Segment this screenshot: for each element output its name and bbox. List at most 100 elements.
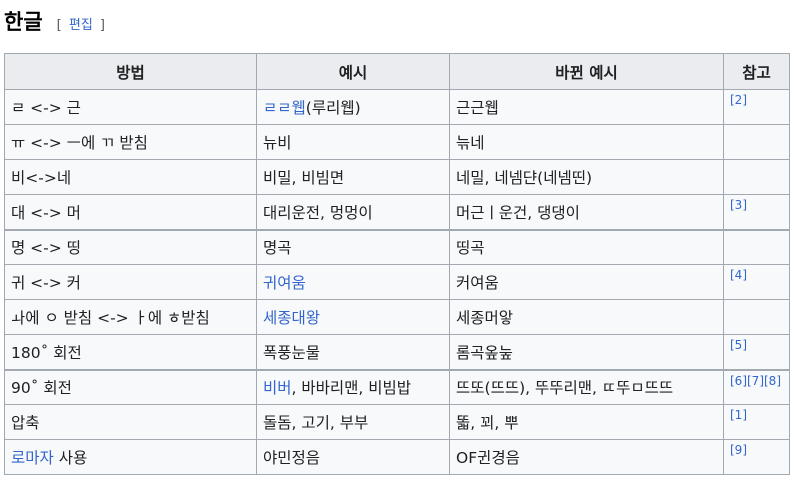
cell-example: 세종대왕 — [256, 299, 450, 335]
cell-example: 야민정음 — [256, 439, 450, 475]
reference-link[interactable]: [5] — [730, 338, 747, 352]
wiki-link[interactable]: 비버 — [263, 379, 292, 397]
table-row: 압축 돌돔, 고기, 부부 똛, 꾀, 뿌 [1] — [4, 404, 790, 440]
cell-example: 대리운전, 멍멍이 — [256, 194, 450, 230]
cell-changed-example: 네밀, 네넴댠(네넴띤) — [449, 159, 724, 195]
cell-text: 돌돔, 고기, 부부 — [263, 414, 369, 432]
table-row: 비<->네 비밀, 비빔면 네밀, 네넴댠(네넴띤) — [4, 159, 790, 195]
cell-changed-example: 머근ㅣ운건, 댕댕이 — [449, 194, 724, 230]
table-row: 로마자 사용 야민정음 OF귄경음 [9] — [4, 439, 790, 475]
cell-changed-example: 세종머앟 — [449, 299, 724, 335]
cell-text: 비밀, 비빔면 — [263, 169, 345, 187]
header-example: 예시 — [256, 53, 450, 90]
cell-text: 180˚ 회전 — [11, 343, 82, 362]
yaminjeongeum-table: 방법 예시 바뀐 예시 참고 ㄹ <-> 근 ㄹㄹ웹(루리웹) 근근웹 [2] ㅠ <-… — [4, 53, 790, 475]
cell-reference: [6][7][8] — [723, 368, 790, 405]
cell-method: ㄹ <-> 근 — [4, 89, 257, 125]
cell-text: 대 <-> 머 — [11, 203, 81, 222]
cell-reference — [723, 159, 790, 195]
cell-method: ㅘ에 ㅇ 받침 <-> ㅏ에 ㅎ받침 — [4, 299, 257, 335]
cell-method: 대 <-> 머 — [4, 194, 257, 230]
reference-link[interactable]: [3] — [730, 198, 747, 212]
header-reference: 참고 — [723, 53, 790, 90]
cell-changed-example: 롬곡옾눞 — [449, 334, 724, 370]
cell-text: 명 <-> 띵 — [11, 239, 81, 258]
wiki-link[interactable]: ㄹㄹ웹 — [263, 99, 306, 117]
edit-link[interactable]: 편집 — [69, 18, 93, 33]
cell-text: 야민정음 — [263, 449, 321, 467]
cell-example: 귀여움 — [256, 264, 450, 300]
cell-method: 비<->네 — [4, 159, 257, 195]
cell-example: 비밀, 비빔면 — [256, 159, 450, 195]
cell-changed-example: 띵곡 — [449, 228, 724, 265]
cell-changed-example: 커여움 — [449, 264, 724, 300]
cell-example: 뉴비 — [256, 124, 450, 160]
cell-text: 90˚ 회전 — [11, 379, 72, 398]
cell-text: 압축 — [11, 414, 40, 432]
cell-method: ㅠ <-> ㅡ에 ㄲ 받침 — [4, 124, 257, 160]
cell-text: , 바바리맨, 비빔밥 — [291, 379, 412, 398]
cell-text: 폭풍눈물 — [263, 343, 321, 362]
cell-example: 폭풍눈물 — [256, 334, 450, 370]
reference-link[interactable]: [6][7][8] — [730, 374, 781, 388]
edit-bracket-close: ] — [99, 18, 105, 33]
cell-reference: [9] — [723, 439, 790, 475]
cell-text: 명곡 — [263, 239, 292, 258]
cell-example: ㄹㄹ웹(루리웹) — [256, 89, 450, 125]
cell-reference: [2] — [723, 89, 790, 125]
header-method: 방법 — [4, 53, 257, 90]
reference-link[interactable]: [1] — [730, 408, 747, 422]
table-row: ㄹ <-> 근 ㄹㄹ웹(루리웹) 근근웹 [2] — [4, 89, 790, 125]
cell-reference: [1] — [723, 404, 790, 440]
cell-changed-example: 늒네 — [449, 124, 724, 160]
cell-reference — [723, 299, 790, 335]
cell-method: 명 <-> 띵 — [4, 228, 257, 265]
cell-reference — [723, 124, 790, 160]
cell-text: ㅠ <-> ㅡ에 ㄲ 받침 — [11, 134, 148, 152]
cell-method: 로마자 사용 — [4, 439, 257, 475]
cell-reference: [5] — [723, 334, 790, 370]
cell-text: 뉴비 — [263, 134, 292, 152]
table-header-row: 방법 예시 바뀐 예시 참고 — [4, 53, 790, 90]
cell-example: 비버, 바바리맨, 비빔밥 — [256, 368, 450, 405]
cell-method: 압축 — [4, 404, 257, 440]
cell-text: (루리웹) — [305, 99, 361, 117]
cell-example: 명곡 — [256, 228, 450, 265]
wiki-link[interactable]: 세종대왕 — [263, 309, 320, 327]
table-row: ㅠ <-> ㅡ에 ㄲ 받침 뉴비 늒네 — [4, 124, 790, 160]
wiki-link[interactable]: 귀여움 — [263, 274, 306, 292]
cell-changed-example: 똛, 꾀, 뿌 — [449, 404, 724, 440]
table-row: 명 <-> 띵 명곡 띵곡 — [4, 228, 790, 265]
table-row: 귀 <-> 커 귀여움 커여움 [4] — [4, 264, 790, 300]
section-heading: 한글 [ 편집 ] — [4, 6, 105, 36]
cell-changed-example: 근근웹 — [449, 89, 724, 125]
table-row: 90˚ 회전 비버, 바바리맨, 비빔밥 뜨또(뜨뜨), 뚜뚜리맨, ㄸ뚜ㅁ뜨뜨 [6… — [4, 368, 790, 405]
cell-changed-example: 뜨또(뜨뜨), 뚜뚜리맨, ㄸ뚜ㅁ뜨뜨 — [449, 368, 724, 405]
header-changed-example: 바뀐 예시 — [449, 53, 724, 90]
cell-method: 귀 <-> 커 — [4, 264, 257, 300]
cell-text: 사용 — [53, 449, 88, 467]
edit-bracket-open: [ — [56, 18, 62, 33]
reference-link[interactable]: [2] — [730, 93, 747, 107]
cell-text: ㅘ에 ㅇ 받침 <-> ㅏ에 ㅎ받침 — [11, 309, 210, 327]
cell-method: 180˚ 회전 — [4, 334, 257, 370]
table-row: 180˚ 회전 폭풍눈물 롬곡옾눞 [5] — [4, 334, 790, 370]
cell-reference — [723, 228, 790, 265]
reference-link[interactable]: [9] — [730, 443, 747, 457]
table-row: 대 <-> 머 대리운전, 멍멍이 머근ㅣ운건, 댕댕이 [3] — [4, 194, 790, 230]
edit-section: [ 편집 ] — [57, 14, 105, 33]
table-row: ㅘ에 ㅇ 받침 <-> ㅏ에 ㅎ받침 세종대왕 세종머앟 — [4, 299, 790, 335]
reference-link[interactable]: [4] — [730, 268, 747, 282]
cell-text: ㄹ <-> 근 — [11, 99, 81, 117]
wiki-link[interactable]: 로마자 — [11, 449, 54, 467]
cell-reference: [3] — [723, 194, 790, 230]
cell-method: 90˚ 회전 — [4, 368, 257, 405]
cell-reference: [4] — [723, 264, 790, 300]
cell-text: 귀 <-> 커 — [11, 274, 81, 292]
section-title: 한글 — [4, 10, 43, 34]
cell-changed-example: OF귄경음 — [449, 439, 724, 475]
table-body: ㄹ <-> 근 ㄹㄹ웹(루리웹) 근근웹 [2] ㅠ <-> ㅡ에 ㄲ 받침 뉴비 늒네 비<… — [4, 89, 790, 475]
cell-example: 돌돔, 고기, 부부 — [256, 404, 450, 440]
cell-text: 대리운전, 멍멍이 — [263, 203, 373, 222]
cell-text: 비<->네 — [11, 169, 72, 187]
